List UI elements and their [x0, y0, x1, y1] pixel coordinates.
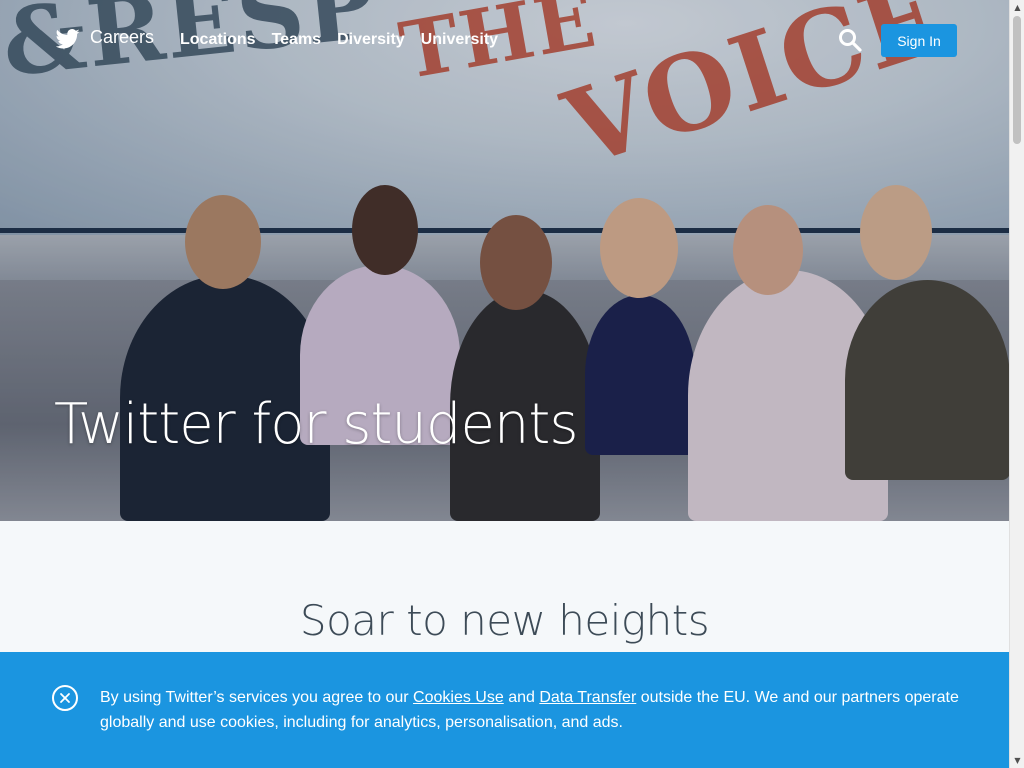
nav-links: Locations Teams Diversity University — [180, 31, 514, 49]
page-scrollbar[interactable]: ▲ ▼ — [1009, 0, 1024, 768]
hero-title: Twitter for students — [54, 392, 579, 457]
section-title: Soar to new heights — [299, 596, 710, 645]
close-icon[interactable] — [52, 685, 78, 711]
nav-link-university[interactable]: University — [421, 31, 498, 49]
scroll-thumb[interactable] — [1013, 16, 1021, 144]
cookie-text-part-2: and — [503, 689, 540, 706]
cookies-use-link[interactable]: Cookies Use — [413, 689, 504, 706]
nav-link-diversity[interactable]: Diversity — [337, 31, 405, 49]
cookie-text-part-1: By using Twitter’s services you agree to… — [100, 689, 414, 706]
nav-link-teams[interactable]: Teams — [272, 31, 322, 49]
twitter-bird-icon[interactable] — [56, 28, 80, 50]
data-transfer-link[interactable]: Data Transfer — [539, 689, 636, 706]
nav-link-locations[interactable]: Locations — [180, 31, 256, 49]
close-x-glyph — [60, 693, 70, 703]
cookie-message: By using Twitter’s services you agree to… — [100, 685, 980, 735]
search-icon[interactable] — [838, 28, 862, 52]
top-nav: Careers Locations Teams Diversity Univer… — [0, 0, 1009, 80]
scroll-down-arrow-icon[interactable]: ▼ — [1010, 753, 1024, 768]
scroll-up-arrow-icon[interactable]: ▲ — [1010, 0, 1024, 15]
brand-careers[interactable]: Careers — [90, 27, 154, 48]
sign-in-button[interactable]: Sign In — [881, 24, 957, 57]
